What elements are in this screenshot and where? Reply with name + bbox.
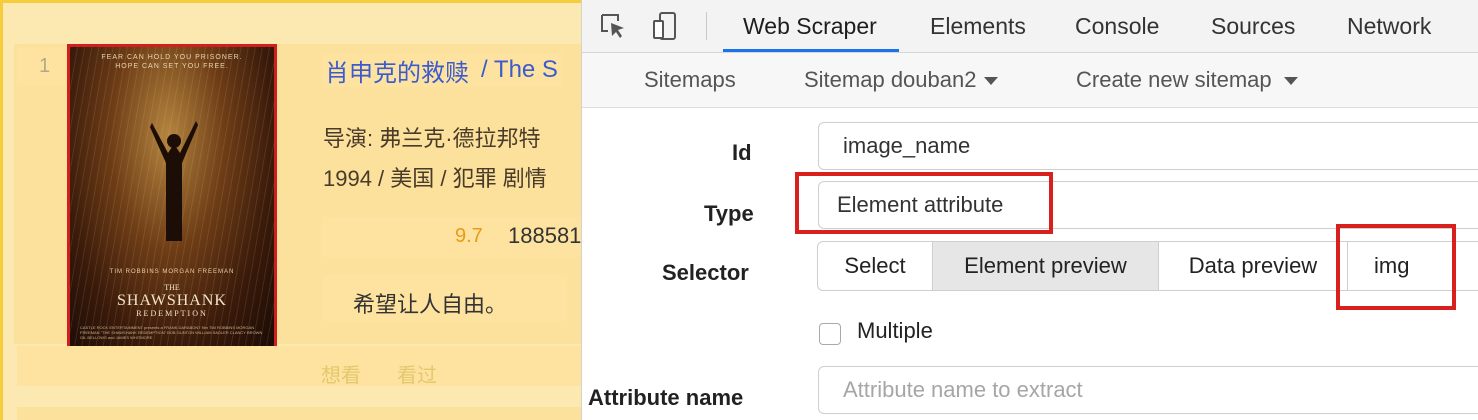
chevron-down-icon <box>1283 77 1298 85</box>
rank-number: 1 <box>17 47 65 85</box>
poster-credits: CASTLE ROCK ENTERTAINMENT presents a FRA… <box>80 325 263 340</box>
type-label: Type <box>704 201 754 226</box>
movie-title-link[interactable]: 肖申克的救赎 / The S <box>321 53 562 87</box>
poster-title: THE SHAWSHANK REDEMPTION <box>117 283 227 318</box>
data-preview-button[interactable]: Data preview <box>1158 241 1348 291</box>
poster-actors: TIM ROBBINS MORGAN FREEMAN <box>109 269 235 275</box>
selector-input[interactable]: img <box>1347 241 1478 291</box>
next-row-stripe <box>17 407 582 420</box>
select-button[interactable]: Select <box>817 241 933 291</box>
scraper-subnav: Sitemaps Sitemap douban2 Create new site… <box>582 53 1478 108</box>
sitemap-dropdown-label: Sitemap douban2 <box>804 67 977 92</box>
devtools-panel: Web Scraper Elements Console Sources Net… <box>581 0 1478 420</box>
meta-line: 1994 / 美国 / 犯罪 剧情 <box>323 166 547 191</box>
movie-quote: 希望让人自由。 <box>353 292 508 317</box>
tab-web-scraper[interactable]: Web Scraper <box>723 0 899 52</box>
poster-figure <box>150 121 198 241</box>
poster-tagline: FEAR CAN HOLD YOU PRISONER. HOPE CAN SET… <box>101 54 243 70</box>
rating-value: 9.7 <box>455 225 483 247</box>
tab-network[interactable]: Network <box>1347 0 1431 52</box>
create-sitemap-label: Create new sitemap <box>1076 67 1272 92</box>
id-label: Id <box>732 140 752 165</box>
vote-count: 188581 <box>508 223 582 248</box>
devtools-tabbar: Web Scraper Elements Console Sources Net… <box>582 0 1478 53</box>
element-preview-button[interactable]: Element preview <box>932 241 1159 291</box>
movie-title-cn: 肖申克的救赎 <box>325 59 469 87</box>
tab-elements[interactable]: Elements <box>930 0 1026 52</box>
sitemap-dropdown[interactable]: Sitemap douban2 <box>804 53 999 107</box>
multiple-label: Multiple <box>857 318 933 343</box>
id-input[interactable]: image_name <box>818 122 1478 170</box>
chevron-down-icon <box>984 77 999 85</box>
multiple-checkbox[interactable] <box>819 323 841 345</box>
tab-sources[interactable]: Sources <box>1211 0 1295 52</box>
tab-console[interactable]: Console <box>1075 0 1159 52</box>
selector-label: Selector <box>662 260 749 285</box>
device-toolbar-icon[interactable] <box>650 10 680 42</box>
director-line: 导演: 弗兰克·德拉邦特 <box>323 126 541 151</box>
create-sitemap-dropdown[interactable]: Create new sitemap <box>1076 53 1298 107</box>
sitemaps-link[interactable]: Sitemaps <box>644 53 736 107</box>
watched-link[interactable]: 看过 <box>397 359 437 388</box>
selector-button-group: Select Element preview Data preview img <box>817 241 1478 291</box>
attribute-name-placeholder: Attribute name to extract <box>843 377 1083 402</box>
movie-poster[interactable]: FEAR CAN HOLD YOU PRISONER. HOPE CAN SET… <box>67 44 277 350</box>
movie-title-en: / The S <box>481 56 558 83</box>
action-row <box>17 346 582 386</box>
douban-page: 1 FEAR CAN HOLD YOU PRISONER. HOPE CAN S… <box>0 0 582 420</box>
type-select[interactable]: Element attribute <box>818 181 1478 229</box>
want-to-watch-link[interactable]: 想看 <box>321 359 361 388</box>
inspect-element-icon[interactable] <box>598 10 628 42</box>
attribute-name-label: Attribute name <box>588 385 744 410</box>
toolbar-divider <box>706 12 707 40</box>
attribute-name-input[interactable]: Attribute name to extract <box>818 366 1478 414</box>
